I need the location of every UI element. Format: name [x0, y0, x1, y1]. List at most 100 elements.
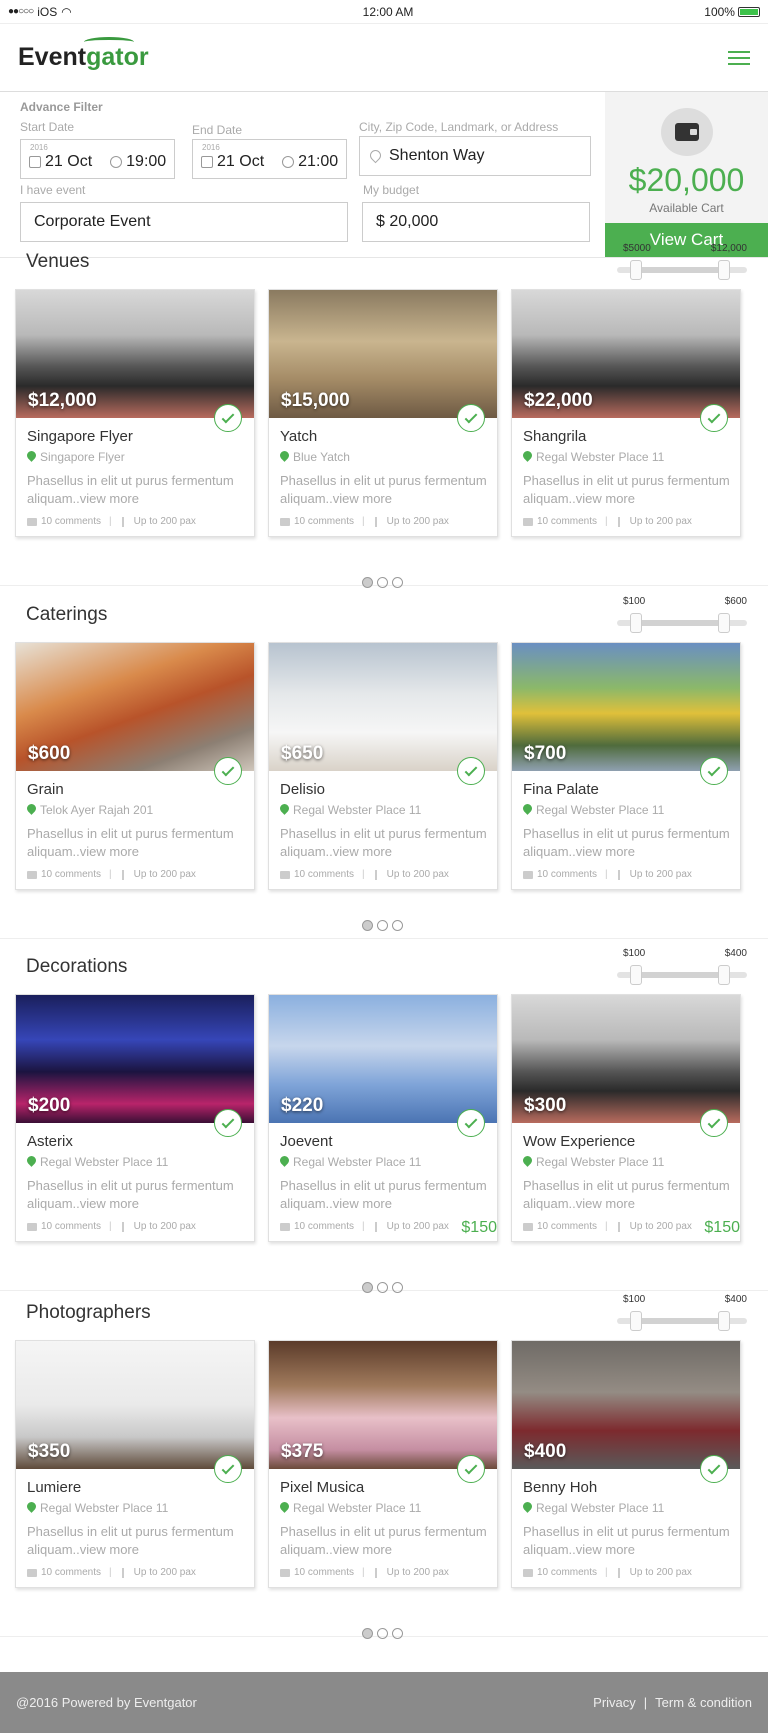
select-check-icon[interactable] [214, 404, 242, 432]
listing-meta: 10 comments | Up to 200 pax [523, 869, 692, 880]
range-max-handle[interactable] [718, 965, 730, 985]
price-range-slider[interactable]: $100 $400 [617, 948, 747, 988]
select-check-icon[interactable] [457, 404, 485, 432]
listing-description[interactable]: Phasellus in elit ut purus fermentum ali… [523, 825, 733, 861]
comment-icon [523, 1568, 533, 1577]
select-check-icon[interactable] [700, 757, 728, 785]
listing-card[interactable]: $400 Benny Hoh Regal Webster Place 11 Phase… [511, 1340, 741, 1588]
listing-card[interactable]: $375 Pixel Musica Regal Webster Place 11 Ph… [268, 1340, 498, 1588]
listing-image[interactable]: $15,000 [269, 290, 497, 418]
page-dot[interactable] [362, 1628, 373, 1639]
listing-card[interactable]: $600 Grain Telok Ayer Rajah 201 Phasellus i… [15, 642, 255, 890]
wifi-icon: ◠ [61, 4, 72, 19]
menu-icon[interactable] [728, 50, 750, 65]
budget-label: My budget [363, 183, 420, 197]
listing-card[interactable]: $200 Asterix Regal Webster Place 11 Phasell… [15, 994, 255, 1242]
select-check-icon[interactable] [214, 757, 242, 785]
comment-icon [280, 1568, 290, 1577]
listing-description[interactable]: Phasellus in elit ut purus fermentum ali… [27, 825, 237, 861]
select-check-icon[interactable] [700, 404, 728, 432]
listing-card[interactable]: $700 Fina Palate Regal Webster Place 11 Pha… [511, 642, 741, 890]
city-input[interactable]: Shenton Way [359, 136, 591, 176]
footer: @2016 Powered by Eventgator Privacy | Term… [0, 1672, 768, 1733]
select-check-icon[interactable] [700, 1455, 728, 1483]
listing-image[interactable]: $600 [16, 643, 254, 771]
range-max-label: $400 [724, 1294, 747, 1305]
clock: 12:00 AM [362, 4, 414, 19]
price-range-slider[interactable]: $100 $400 [617, 1294, 747, 1334]
select-check-icon[interactable] [214, 1455, 242, 1483]
listing-description[interactable]: Phasellus in elit ut purus fermentum ali… [280, 1177, 490, 1213]
page-dot[interactable] [362, 920, 373, 931]
listing-price: $220 [281, 1095, 324, 1116]
listing-image[interactable]: $375 [269, 1341, 497, 1469]
page-dot[interactable] [392, 1628, 403, 1639]
listing-image[interactable]: $220 [269, 995, 497, 1123]
listing-card[interactable]: $300 Wow Experience Regal Webster Place 11… [511, 994, 741, 1242]
range-max-handle[interactable] [718, 613, 730, 633]
battery-percent: 100% [704, 4, 735, 19]
listing-image[interactable]: $650 [269, 643, 497, 771]
select-check-icon[interactable] [457, 1455, 485, 1483]
listing-name: Yatch [280, 428, 318, 445]
listing-price: $15,000 [281, 390, 350, 411]
range-min-handle[interactable] [630, 613, 642, 633]
listing-image[interactable]: $200 [16, 995, 254, 1123]
select-check-icon[interactable] [214, 1109, 242, 1137]
listing-image[interactable]: $400 [512, 1341, 740, 1469]
page-dot[interactable] [377, 1628, 388, 1639]
select-check-icon[interactable] [457, 757, 485, 785]
price-range-slider[interactable]: $100 $600 [617, 596, 747, 636]
listing-card[interactable]: $220 Joevent Regal Webster Place 11 Phasell… [268, 994, 498, 1242]
filter-title: Advance Filter [20, 100, 103, 114]
listing-image[interactable]: $12,000 [16, 290, 254, 418]
select-check-icon[interactable] [700, 1109, 728, 1137]
listing-image[interactable]: $22,000 [512, 290, 740, 418]
location-pin-icon [27, 451, 36, 463]
listing-image[interactable]: $700 [512, 643, 740, 771]
wallet-icon [660, 108, 713, 157]
range-min-handle[interactable] [630, 965, 642, 985]
listing-card[interactable]: $12,000 Singapore Flyer Singapore Flyer Pha… [15, 289, 255, 537]
page-dot[interactable] [377, 920, 388, 931]
page-dot[interactable] [392, 920, 403, 931]
start-date-field[interactable]: 2016 21 Oct 19:00 [20, 139, 175, 179]
range-min-handle[interactable] [630, 260, 642, 280]
listing-description[interactable]: Phasellus in elit ut purus fermentum ali… [27, 472, 237, 508]
listing-description[interactable]: Phasellus in elit ut purus fermentum ali… [280, 472, 490, 508]
listing-card[interactable]: $350 Lumiere Regal Webster Place 11 Phasell… [15, 1340, 255, 1588]
comment-icon [523, 870, 533, 879]
end-date-field[interactable]: 2016 21 Oct 21:00 [192, 139, 347, 179]
city-label: City, Zip Code, Landmark, or Address [359, 120, 559, 134]
location-pin-icon [280, 804, 289, 816]
listing-description[interactable]: Phasellus in elit ut purus fermentum ali… [523, 1523, 733, 1559]
person-icon [121, 1221, 130, 1232]
terms-link[interactable]: Term & condition [655, 1695, 752, 1710]
listing-description[interactable]: Phasellus in elit ut purus fermentum ali… [523, 472, 733, 508]
price-range-slider[interactable]: $5000 $12,000 [617, 243, 747, 283]
listing-price: $650 [281, 743, 324, 764]
listing-location: Regal Webster Place 11 [280, 1501, 421, 1515]
listing-card[interactable]: $650 Delisio Regal Webster Place 11 Phasell… [268, 642, 498, 890]
comment-icon [280, 1222, 290, 1231]
listing-card[interactable]: $22,000 Shangrila Regal Webster Place 11 Ph… [511, 289, 741, 537]
listing-price: $375 [281, 1441, 324, 1462]
listing-location: Telok Ayer Rajah 201 [27, 803, 153, 817]
listing-image[interactable]: $350 [16, 1341, 254, 1469]
range-min-handle[interactable] [630, 1311, 642, 1331]
listing-description[interactable]: Phasellus in elit ut purus fermentum ali… [280, 825, 490, 861]
range-max-handle[interactable] [718, 1311, 730, 1331]
range-max-handle[interactable] [718, 260, 730, 280]
select-check-icon[interactable] [457, 1109, 485, 1137]
listing-card[interactable]: $15,000 Yatch Blue Yatch Phasellus in elit … [268, 289, 498, 537]
location-pin-icon [280, 451, 289, 463]
listing-description[interactable]: Phasellus in elit ut purus fermentum ali… [27, 1523, 237, 1559]
logo[interactable]: Eventgator [18, 37, 149, 72]
range-min-label: $100 [623, 596, 646, 607]
listing-description[interactable]: Phasellus in elit ut purus fermentum ali… [280, 1523, 490, 1559]
listing-description[interactable]: Phasellus in elit ut purus fermentum ali… [523, 1177, 733, 1213]
listing-description[interactable]: Phasellus in elit ut purus fermentum ali… [27, 1177, 237, 1213]
listing-image[interactable]: $300 [512, 995, 740, 1123]
location-pin-icon [27, 804, 36, 816]
privacy-link[interactable]: Privacy [593, 1695, 636, 1710]
